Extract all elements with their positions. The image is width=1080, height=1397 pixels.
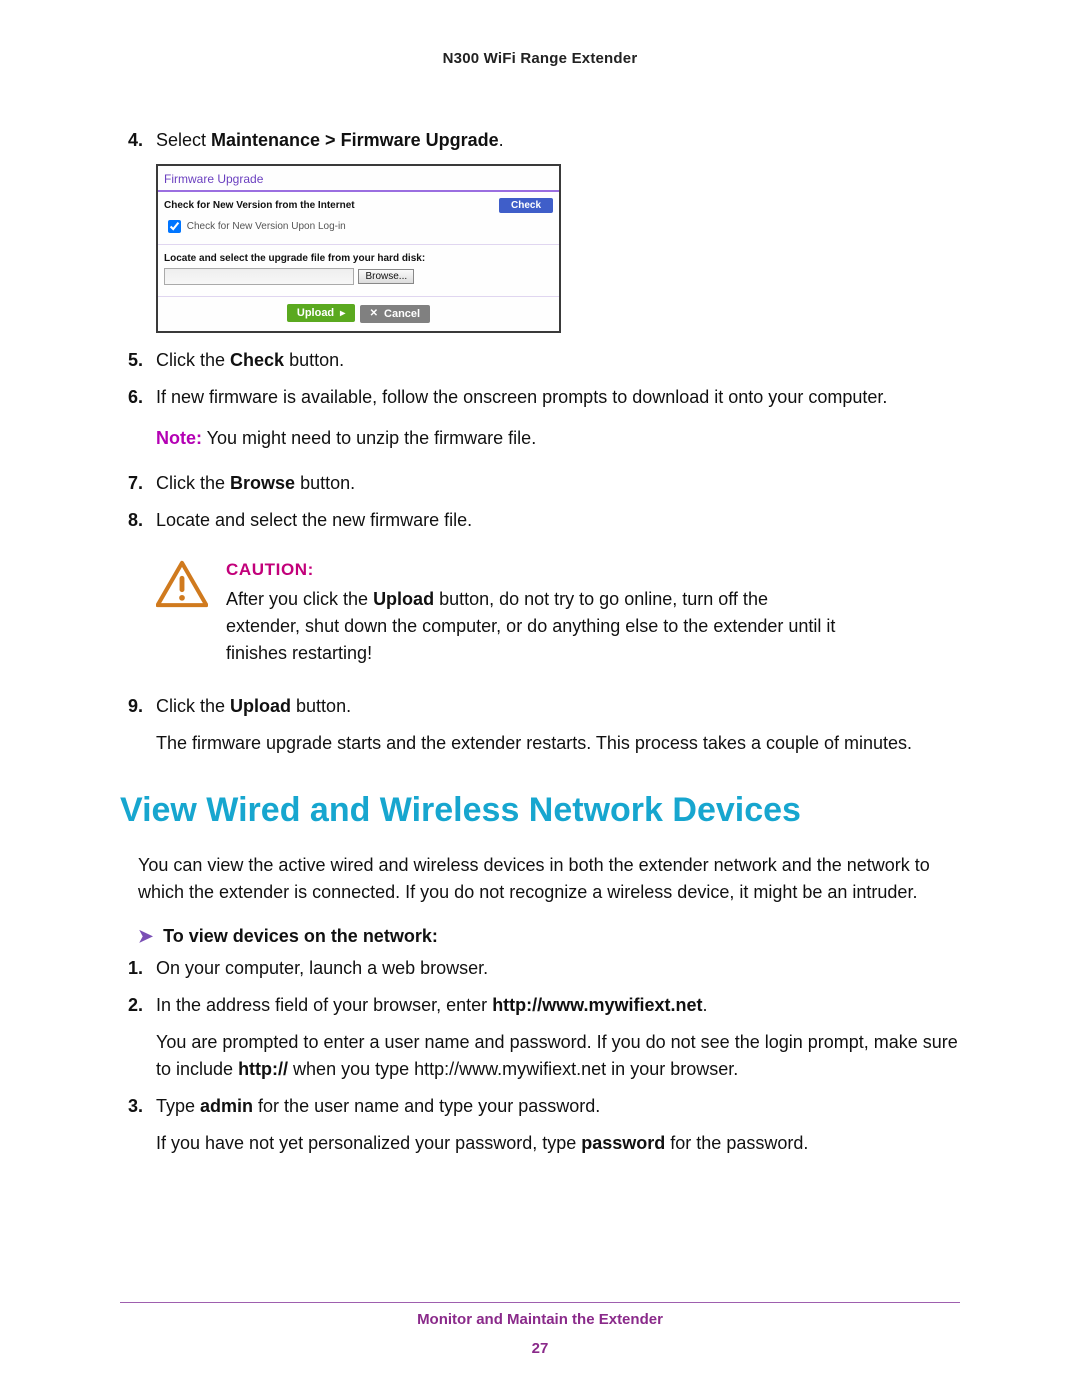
step-number: 8.	[128, 507, 156, 534]
note-text: You might need to unzip the firmware fil…	[202, 428, 536, 448]
firmware-upgrade-screenshot: Firmware Upgrade Check for New Version f…	[156, 164, 561, 333]
footer-rule	[120, 1302, 960, 1303]
cancel-button[interactable]: Cancel	[360, 305, 430, 323]
step-number: 3.	[128, 1093, 156, 1120]
procedure-arrow-icon: ➤	[138, 926, 153, 946]
fw-check-row: Check for New Version from the Internet …	[158, 192, 559, 215]
step-9: 9.Click the Upload button.	[156, 693, 960, 720]
caution-content: CAUTION: After you click the Upload butt…	[226, 560, 846, 667]
caution-title: CAUTION:	[226, 560, 846, 580]
section-heading: View Wired and Wireless Network Devices	[120, 791, 960, 830]
step-7: 7.Click the Browse button.	[156, 470, 960, 497]
caution-block: CAUTION: After you click the Upload butt…	[156, 560, 960, 667]
step-text: If new firmware is available, follow the…	[156, 387, 887, 407]
proc-step-1: 1.On your computer, launch a web browser…	[156, 955, 960, 982]
proc-step-2: 2.In the address field of your browser, …	[156, 992, 960, 1019]
fw-locate-label: Locate and select the upgrade file from …	[158, 245, 559, 266]
fw-title: Firmware Upgrade	[158, 166, 559, 192]
step-text: Select Maintenance > Firmware Upgrade.	[156, 130, 504, 150]
footer-title: Monitor and Maintain the Extender	[0, 1311, 1080, 1328]
step-number: 7.	[128, 470, 156, 497]
fw-action-row: Upload Cancel	[158, 297, 559, 331]
note-label: Note:	[156, 428, 202, 448]
document-page: N300 WiFi Range Extender 4.Select Mainte…	[0, 0, 1080, 1397]
upload-button[interactable]: Upload	[287, 304, 355, 322]
step-number: 5.	[128, 347, 156, 374]
login-check-label: Check for New Version Upon Log-in	[184, 221, 346, 232]
procedure-header: ➤ To view devices on the network:	[138, 926, 960, 947]
step-text: Click the Check button.	[156, 350, 344, 370]
page-footer: Monitor and Maintain the Extender 27	[0, 1302, 1080, 1357]
step-text: In the address field of your browser, en…	[156, 995, 708, 1015]
step-text: Locate and select the new firmware file.	[156, 510, 472, 530]
check-button[interactable]: Check	[499, 198, 553, 213]
footer-page-number: 27	[0, 1340, 1080, 1357]
caution-triangle-icon	[156, 560, 208, 608]
step-8: 8.Locate and select the new firmware fil…	[156, 507, 960, 534]
fw-check-label: Check for New Version from the Internet	[164, 200, 355, 211]
step-text: Click the Upload button.	[156, 696, 351, 716]
step-number: 6.	[128, 384, 156, 411]
step-number: 4.	[128, 127, 156, 154]
step-number: 2.	[128, 992, 156, 1019]
browse-button[interactable]: Browse...	[358, 269, 414, 284]
file-path-input[interactable]	[164, 268, 354, 285]
step-number: 9.	[128, 693, 156, 720]
document-header: N300 WiFi Range Extender	[120, 50, 960, 67]
login-check-checkbox[interactable]	[168, 220, 181, 233]
step-5: 5.Click the Check button.	[156, 347, 960, 374]
fw-file-row: Browse...	[158, 266, 559, 297]
proc-step-2-subtext: You are prompted to enter a user name an…	[156, 1029, 960, 1083]
step-text: Click the Browse button.	[156, 473, 355, 493]
step-number: 1.	[128, 955, 156, 982]
proc-step-3-subtext: If you have not yet personalized your pa…	[156, 1130, 960, 1157]
fw-login-check-row: Check for New Version Upon Log-in	[158, 215, 559, 245]
step-6: 6.If new firmware is available, follow t…	[156, 384, 960, 411]
procedure-title: To view devices on the network:	[163, 926, 438, 946]
section-intro: You can view the active wired and wirele…	[138, 852, 960, 906]
step-text: On your computer, launch a web browser.	[156, 958, 488, 978]
step-9-subtext: The firmware upgrade starts and the exte…	[156, 730, 960, 757]
step-4: 4.Select Maintenance > Firmware Upgrade.	[156, 127, 960, 154]
caution-body: After you click the Upload button, do no…	[226, 586, 846, 667]
note: Note: You might need to unzip the firmwa…	[156, 425, 960, 452]
proc-step-3: 3.Type admin for the user name and type …	[156, 1093, 960, 1120]
step-text: Type admin for the user name and type yo…	[156, 1096, 600, 1116]
